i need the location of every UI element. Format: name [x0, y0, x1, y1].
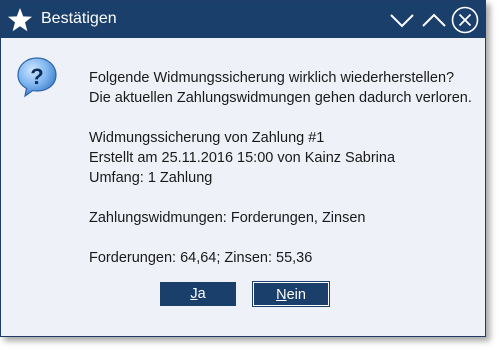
- yes-button-mnemonic: J: [190, 286, 198, 302]
- message-line-scope: Umfang: 1 Zahlung: [89, 170, 213, 186]
- minimize-button[interactable]: [387, 5, 417, 35]
- no-button-mnemonic: N: [276, 287, 287, 303]
- no-button[interactable]: Nein: [252, 281, 330, 307]
- minimize-icon: [390, 14, 414, 28]
- close-icon: [451, 6, 479, 34]
- window-title: Bestätigen: [41, 10, 117, 27]
- maximize-button[interactable]: [419, 5, 449, 35]
- title-bar[interactable]: Bestätigen: [1, 1, 485, 38]
- maximize-icon: [422, 13, 446, 27]
- message-line-created: Erstellt am 25.11.2016 15:00 von Kainz S…: [89, 150, 396, 166]
- message-line-confirm: Folgende Widmungssicherung wirklich wied…: [89, 70, 455, 86]
- yes-button-label: a: [197, 286, 206, 302]
- message-line-dedications: Zahlungswidmungen: Forderungen, Zinsen: [89, 210, 366, 226]
- message-line-backup-name: Widmungssicherung von Zahlung #1: [89, 130, 325, 146]
- question-icon: ?: [15, 55, 59, 99]
- star-icon: [7, 7, 33, 33]
- close-button[interactable]: [450, 5, 480, 35]
- svg-text:?: ?: [30, 64, 43, 89]
- message-line-amounts: Forderungen: 64,64; Zinsen: 55,36: [89, 250, 313, 266]
- confirm-dialog: Bestätigen ? Folgende Widmungssicherung …: [0, 0, 486, 337]
- message-line-warning: Die aktuellen Zahlungswidmungen gehen da…: [89, 90, 472, 106]
- no-button-label: ein: [286, 287, 306, 303]
- yes-button[interactable]: Ja: [160, 282, 236, 306]
